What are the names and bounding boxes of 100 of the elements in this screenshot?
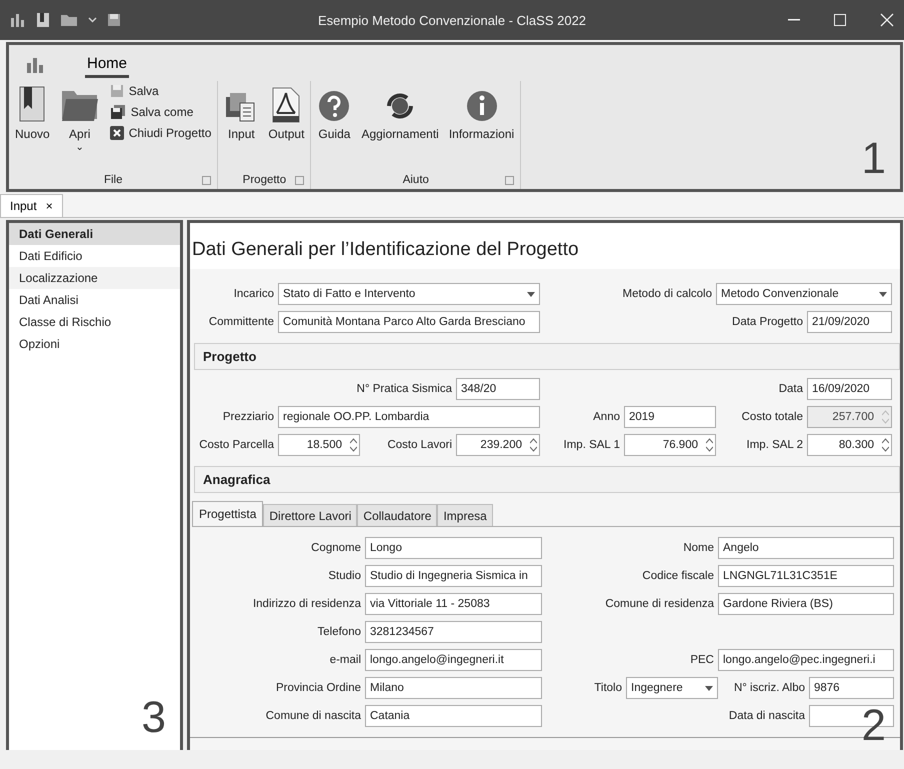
text-field[interactable]: longo.angelo@pec.ingegneri.i	[718, 649, 894, 671]
section-header: Anagrafica	[194, 466, 900, 493]
text-field[interactable]: 9876	[809, 677, 894, 699]
sidebar-item[interactable]: Localizzazione	[9, 267, 180, 289]
field-label: Costo Parcella	[198, 439, 275, 451]
dropdown-field[interactable]: Ingegnere	[626, 677, 718, 699]
text-field[interactable]: 2019	[624, 406, 716, 428]
spinner-arrows-icon	[350, 438, 357, 452]
group-label: File	[104, 174, 122, 186]
close-icon[interactable]	[880, 13, 894, 27]
app-logo-icon[interactable]	[25, 55, 45, 75]
annotation-number: 3	[142, 696, 166, 740]
book-icon[interactable]	[36, 12, 50, 28]
question-icon	[317, 89, 352, 123]
text-field[interactable]: Angelo	[718, 537, 894, 559]
ribbon-button[interactable]: Chiudi Progetto	[108, 125, 214, 141]
ribbon-button[interactable]: Output	[266, 81, 306, 143]
field-label: Titolo	[593, 682, 623, 694]
ribbon-button[interactable]: Nuovo	[13, 81, 52, 143]
window-title: Esempio Metodo Convenzionale - ClaSS 2022	[318, 12, 586, 28]
field-label: Metodo di calcolo	[622, 288, 713, 300]
pdf-document-icon	[271, 87, 302, 123]
spin-field[interactable]: 18.500	[278, 434, 360, 456]
ribbon-button[interactable]: Aggiornamenti	[359, 81, 441, 143]
field-label: Costo totale	[740, 411, 804, 423]
form-tab[interactable]: Impresa	[437, 504, 493, 526]
field-label: Studio	[327, 570, 362, 582]
spin-field[interactable]: 80.300	[807, 434, 892, 456]
info-icon	[464, 89, 499, 123]
text-field[interactable]: 3281234567	[365, 621, 542, 643]
spinner-arrows-icon	[882, 410, 889, 424]
ribbon-button[interactable]: Salva come	[108, 103, 214, 121]
field-label: Codice fiscale	[641, 570, 715, 582]
sidebar-item[interactable]: Dati Edificio	[9, 245, 180, 267]
floppy-icon	[110, 104, 126, 120]
ribbon-button[interactable]: Informazioni	[446, 81, 516, 143]
spinner-arrows-icon	[706, 438, 713, 452]
spinner-arrows-icon	[882, 438, 889, 452]
field-label: Data Progetto	[731, 316, 804, 328]
text-field[interactable]: Longo	[365, 537, 542, 559]
floppy-icon	[110, 84, 124, 98]
minimize-icon[interactable]	[788, 19, 800, 21]
dropdown-arrow-icon	[879, 292, 887, 296]
field-label: Prezziario	[222, 411, 275, 423]
field-label: Provincia Ordine	[274, 682, 362, 694]
form-tab[interactable]: Direttore Lavori	[263, 504, 358, 526]
dropdown-field[interactable]: Metodo Convenzionale	[716, 283, 892, 305]
text-field[interactable]: via Vittoriale 11 - 25083	[365, 593, 542, 615]
field-label: Incarico	[232, 288, 275, 300]
maximize-icon[interactable]	[834, 14, 846, 26]
text-field[interactable]: 16/09/2020	[807, 378, 892, 400]
spin-field[interactable]: 76.900	[624, 434, 716, 456]
text-field[interactable]: 21/09/2020	[807, 311, 892, 333]
text-field[interactable]: Studio di Ingegneria Sismica in	[365, 565, 542, 587]
text-field[interactable]: Catania	[365, 705, 542, 727]
close-tab-icon[interactable]: ×	[46, 199, 53, 213]
field-label: Anno	[592, 411, 621, 423]
ribbon-button[interactable]: Apri ⌄	[58, 81, 102, 153]
field-label: Data di nascita	[728, 710, 806, 722]
field-label: Imp. SAL 2	[746, 439, 804, 451]
text-field[interactable]: Gardone Riviera (BS)	[718, 593, 894, 615]
annotation-number: 1	[862, 137, 886, 181]
field-label: N° iscriz. Albo	[732, 682, 806, 694]
ribbon-button[interactable]: Guida	[315, 81, 354, 143]
annotation-number: 2	[862, 704, 886, 748]
text-field[interactable]: longo.angelo@ingegneri.it	[365, 649, 542, 671]
field-label: PEC	[689, 654, 715, 666]
text-field[interactable]: 348/20	[456, 378, 540, 400]
app-icon[interactable]	[10, 12, 26, 28]
page-title: Dati Generali per l’Identificazione del Progetto	[192, 239, 579, 260]
text-field[interactable]: regionale OO.PP. Lombardia	[278, 406, 540, 428]
dropdown-field[interactable]: Stato di Fatto e Intervento	[278, 283, 540, 305]
text-field[interactable]: Milano	[365, 677, 542, 699]
text-field[interactable]: Comunità Montana Parco Alto Garda Bresciano	[278, 311, 540, 333]
field-label: N° Pratica Sismica	[356, 383, 453, 395]
group-label: Progetto	[242, 174, 286, 186]
document-tab[interactable]: Input ×	[0, 194, 63, 217]
dropdown-arrow-icon	[527, 292, 535, 296]
field-label: Data	[778, 383, 804, 395]
folder-icon[interactable]	[60, 13, 78, 27]
dropdown-arrow-icon	[705, 686, 713, 690]
form-tab[interactable]: Collaudatore	[357, 504, 438, 526]
sidebar-item[interactable]: Dati Generali	[9, 223, 180, 245]
ribbon-button[interactable]: Input	[222, 81, 260, 143]
ribbon-tab[interactable]: Home	[85, 52, 130, 78]
text-field[interactable]: LNGNGL71L31C351E	[718, 565, 894, 587]
field-label: Indirizzo di residenza	[252, 598, 362, 610]
field-label: e-mail	[328, 654, 362, 666]
field-label: Telefono	[316, 626, 362, 638]
field-label: Costo Lavori	[386, 439, 453, 451]
chevron-down-icon[interactable]	[88, 17, 97, 23]
form-tab[interactable]: Progettista	[192, 501, 264, 526]
sidebar-item[interactable]: Dati Analisi	[9, 289, 180, 311]
floppy-icon[interactable]	[107, 13, 121, 27]
spin-field[interactable]: 239.200	[456, 434, 540, 456]
sidebar-item[interactable]: Classe di Rischio	[9, 311, 180, 333]
field-label: Cognome	[310, 542, 362, 554]
field-label: Imp. SAL 1	[562, 439, 621, 451]
ribbon-button[interactable]: Salva	[108, 83, 214, 99]
sidebar-item[interactable]: Opzioni	[9, 333, 180, 355]
